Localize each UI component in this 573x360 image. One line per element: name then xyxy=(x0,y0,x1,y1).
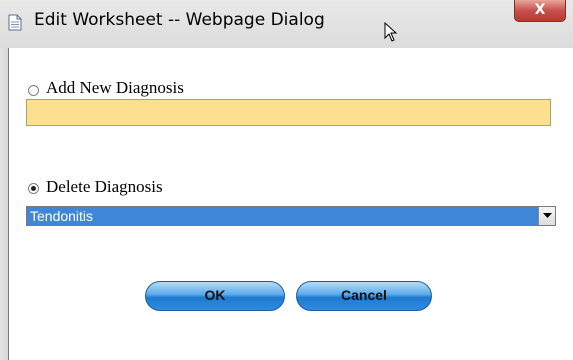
diagnosis-select[interactable]: Tendonitis xyxy=(26,206,556,226)
cancel-button-label: Cancel xyxy=(341,287,387,303)
delete-diagnosis-label: Delete Diagnosis xyxy=(46,177,163,196)
chevron-down-icon xyxy=(543,213,552,218)
window-title: Edit Worksheet -- Webpage Dialog xyxy=(34,10,325,30)
radio-selected-dot xyxy=(31,186,36,191)
ok-button[interactable]: OK xyxy=(145,281,285,311)
document-icon xyxy=(8,14,22,31)
delete-diagnosis-radio[interactable] xyxy=(28,183,39,194)
title-bar: Edit Worksheet -- Webpage Dialog X xyxy=(0,0,573,48)
new-diagnosis-input[interactable] xyxy=(26,99,551,126)
close-icon: X xyxy=(534,2,546,18)
selected-diagnosis: Tendonitis xyxy=(30,208,94,224)
close-button[interactable]: X xyxy=(514,0,566,22)
window-left-border xyxy=(0,48,9,360)
add-diagnosis-label: Add New Diagnosis xyxy=(46,78,184,97)
cancel-button[interactable]: Cancel xyxy=(296,281,432,311)
dropdown-button[interactable] xyxy=(538,207,555,225)
add-diagnosis-radio[interactable] xyxy=(28,85,39,96)
ok-button-label: OK xyxy=(204,287,226,303)
cursor-icon xyxy=(384,22,398,42)
dialog-content: Add New Diagnosis Delete Diagnosis Tendo… xyxy=(9,48,573,360)
